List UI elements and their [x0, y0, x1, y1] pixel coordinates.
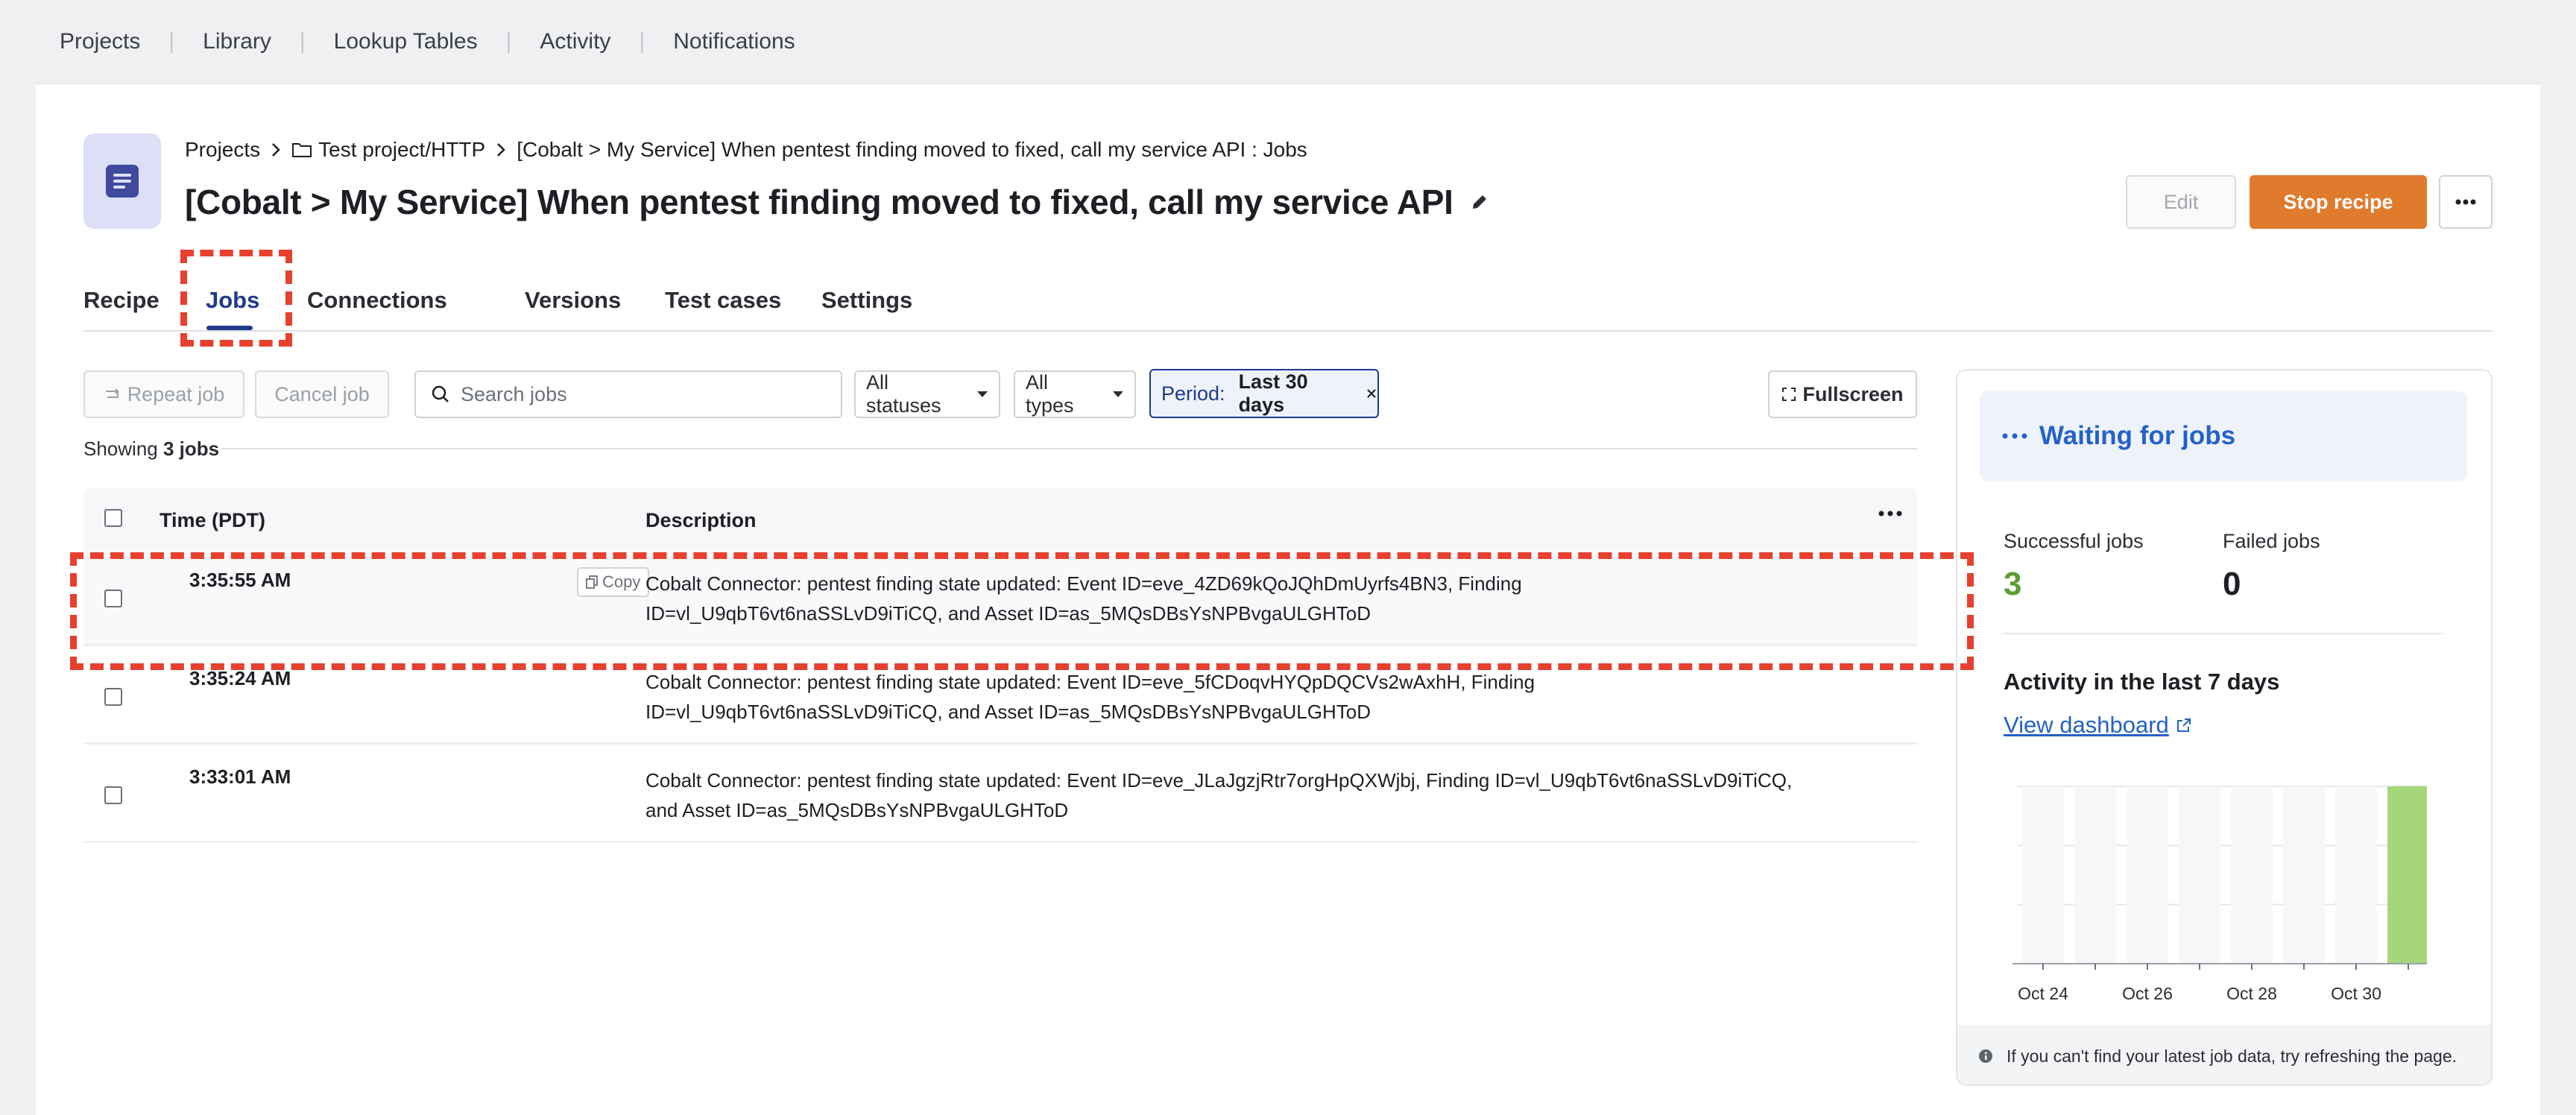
successful-jobs-value: 3	[2004, 566, 2022, 602]
chart-bar-background	[2283, 786, 2325, 964]
chart-bar	[2387, 786, 2427, 964]
tab-connections[interactable]: Connections	[307, 287, 447, 314]
table-row[interactable]: 3:33:01 AM Cobalt Connector: pentest fin…	[83, 745, 1917, 843]
chart-bar-background	[2127, 786, 2168, 964]
divider	[222, 448, 1917, 449]
view-dashboard-link[interactable]: View dashboard	[2004, 712, 2191, 739]
recipe-tabs: Recipe Jobs Connections Versions Test ca…	[83, 271, 2493, 332]
chart-bar-background	[2179, 786, 2220, 964]
caret-down-icon	[976, 391, 988, 398]
main-card: Projects Test project/HTTP [Cobalt > My …	[36, 83, 2540, 1115]
failed-jobs-label: Failed jobs	[2223, 530, 2320, 552]
info-icon	[1978, 1049, 1993, 1064]
more-horizontal-icon	[2455, 199, 2476, 205]
chevron-right-icon	[271, 142, 281, 158]
edit-button[interactable]: Edit	[2126, 175, 2236, 229]
tab-versions[interactable]: Versions	[525, 287, 621, 314]
waiting-status: Waiting for jobs	[1980, 391, 2467, 481]
annotation-highlight-first-row	[70, 552, 1974, 670]
breadcrumb-current: [Cobalt > My Service] When pentest findi…	[517, 138, 1307, 161]
cancel-job-button[interactable]: Cancel job	[255, 370, 389, 418]
folder-icon	[291, 141, 312, 159]
chart-bar-background	[2022, 786, 2064, 964]
nav-lookup-tables[interactable]: Lookup Tables	[334, 29, 478, 54]
close-icon[interactable]	[1366, 388, 1377, 399]
type-filter-dropdown[interactable]: All types	[1014, 370, 1136, 418]
breadcrumb-projects[interactable]: Projects	[185, 138, 260, 162]
divider	[2004, 633, 2443, 634]
annotation-highlight-jobs-tab	[180, 250, 292, 347]
row-checkbox[interactable]	[104, 786, 122, 804]
job-time: 3:35:24 AM	[189, 667, 291, 689]
stop-recipe-button[interactable]: Stop recipe	[2250, 175, 2427, 229]
row-checkbox[interactable]	[104, 688, 122, 706]
breadcrumb-folder[interactable]: Test project/HTTP	[318, 138, 485, 162]
chart-bar-background	[2074, 786, 2116, 964]
status-filter-dropdown[interactable]: All statuses	[854, 370, 1000, 418]
page-title: [Cobalt > My Service] When pentest findi…	[185, 178, 1489, 226]
tab-test-cases[interactable]: Test cases	[665, 287, 781, 314]
select-all-checkbox[interactable]	[104, 509, 122, 527]
job-time: 3:33:01 AM	[189, 765, 291, 788]
nav-library[interactable]: Library	[203, 29, 271, 54]
page-title-text: [Cobalt > My Service] When pentest findi…	[185, 183, 1453, 221]
chart-bar-background	[2231, 786, 2273, 964]
chart-tick-label: Oct 24	[2018, 984, 2068, 1003]
caret-down-icon	[1112, 391, 1124, 398]
recipe-icon	[83, 133, 161, 229]
fullscreen-icon	[1781, 387, 1796, 402]
nav-activity[interactable]: Activity	[540, 29, 610, 54]
refresh-note: If you can't find your latest job data, …	[1957, 1025, 2491, 1084]
breadcrumb: Projects Test project/HTTP [Cobalt > My …	[185, 135, 1307, 165]
search-icon	[432, 385, 449, 402]
failed-jobs-value: 0	[2223, 566, 2241, 602]
job-description: Cobalt Connector: pentest finding state …	[645, 671, 1535, 723]
tab-settings[interactable]: Settings	[821, 287, 912, 314]
loading-dots-icon	[2002, 433, 2027, 439]
chart-bar-background	[2335, 786, 2377, 964]
external-link-icon	[2176, 718, 2191, 733]
pencil-icon[interactable]	[1470, 192, 1489, 212]
chevron-right-icon	[496, 142, 506, 158]
repeat-job-button[interactable]: Repeat job	[83, 370, 244, 418]
repeat-icon	[105, 388, 119, 398]
tab-recipe[interactable]: Recipe	[83, 287, 160, 314]
top-nav: Projects | Library | Lookup Tables | Act…	[60, 29, 795, 54]
more-actions-button[interactable]	[2439, 175, 2493, 229]
fullscreen-button[interactable]: Fullscreen	[1768, 370, 1917, 418]
chart-tick-label: Oct 28	[2226, 984, 2277, 1003]
activity-title: Activity in the last 7 days	[2004, 669, 2280, 695]
search-jobs-box[interactable]	[414, 370, 842, 418]
successful-jobs-label: Successful jobs	[2004, 530, 2144, 552]
nav-notifications[interactable]: Notifications	[673, 29, 795, 54]
job-stats-panel: Waiting for jobs Successful jobs 3 Faile…	[1956, 369, 2493, 1086]
period-filter-chip[interactable]: Period: Last 30 days	[1149, 369, 1379, 418]
job-description: Cobalt Connector: pentest finding state …	[645, 769, 1793, 821]
table-header: Time (PDT) Description	[83, 488, 1917, 548]
chart-tick-label: Oct 26	[2122, 984, 2173, 1003]
nav-projects[interactable]: Projects	[60, 29, 140, 54]
column-options-icon[interactable]	[1878, 511, 1902, 517]
column-header-time[interactable]: Time (PDT)	[160, 509, 265, 532]
search-jobs-input[interactable]	[461, 382, 818, 406]
jobs-count: Showing 3 jobs	[83, 438, 220, 460]
activity-chart: Oct 24 Oct 26 Oct 28 Oct 30	[2012, 786, 2427, 1003]
column-header-description[interactable]: Description	[645, 509, 757, 532]
chart-tick-label: Oct 30	[2331, 984, 2381, 1003]
